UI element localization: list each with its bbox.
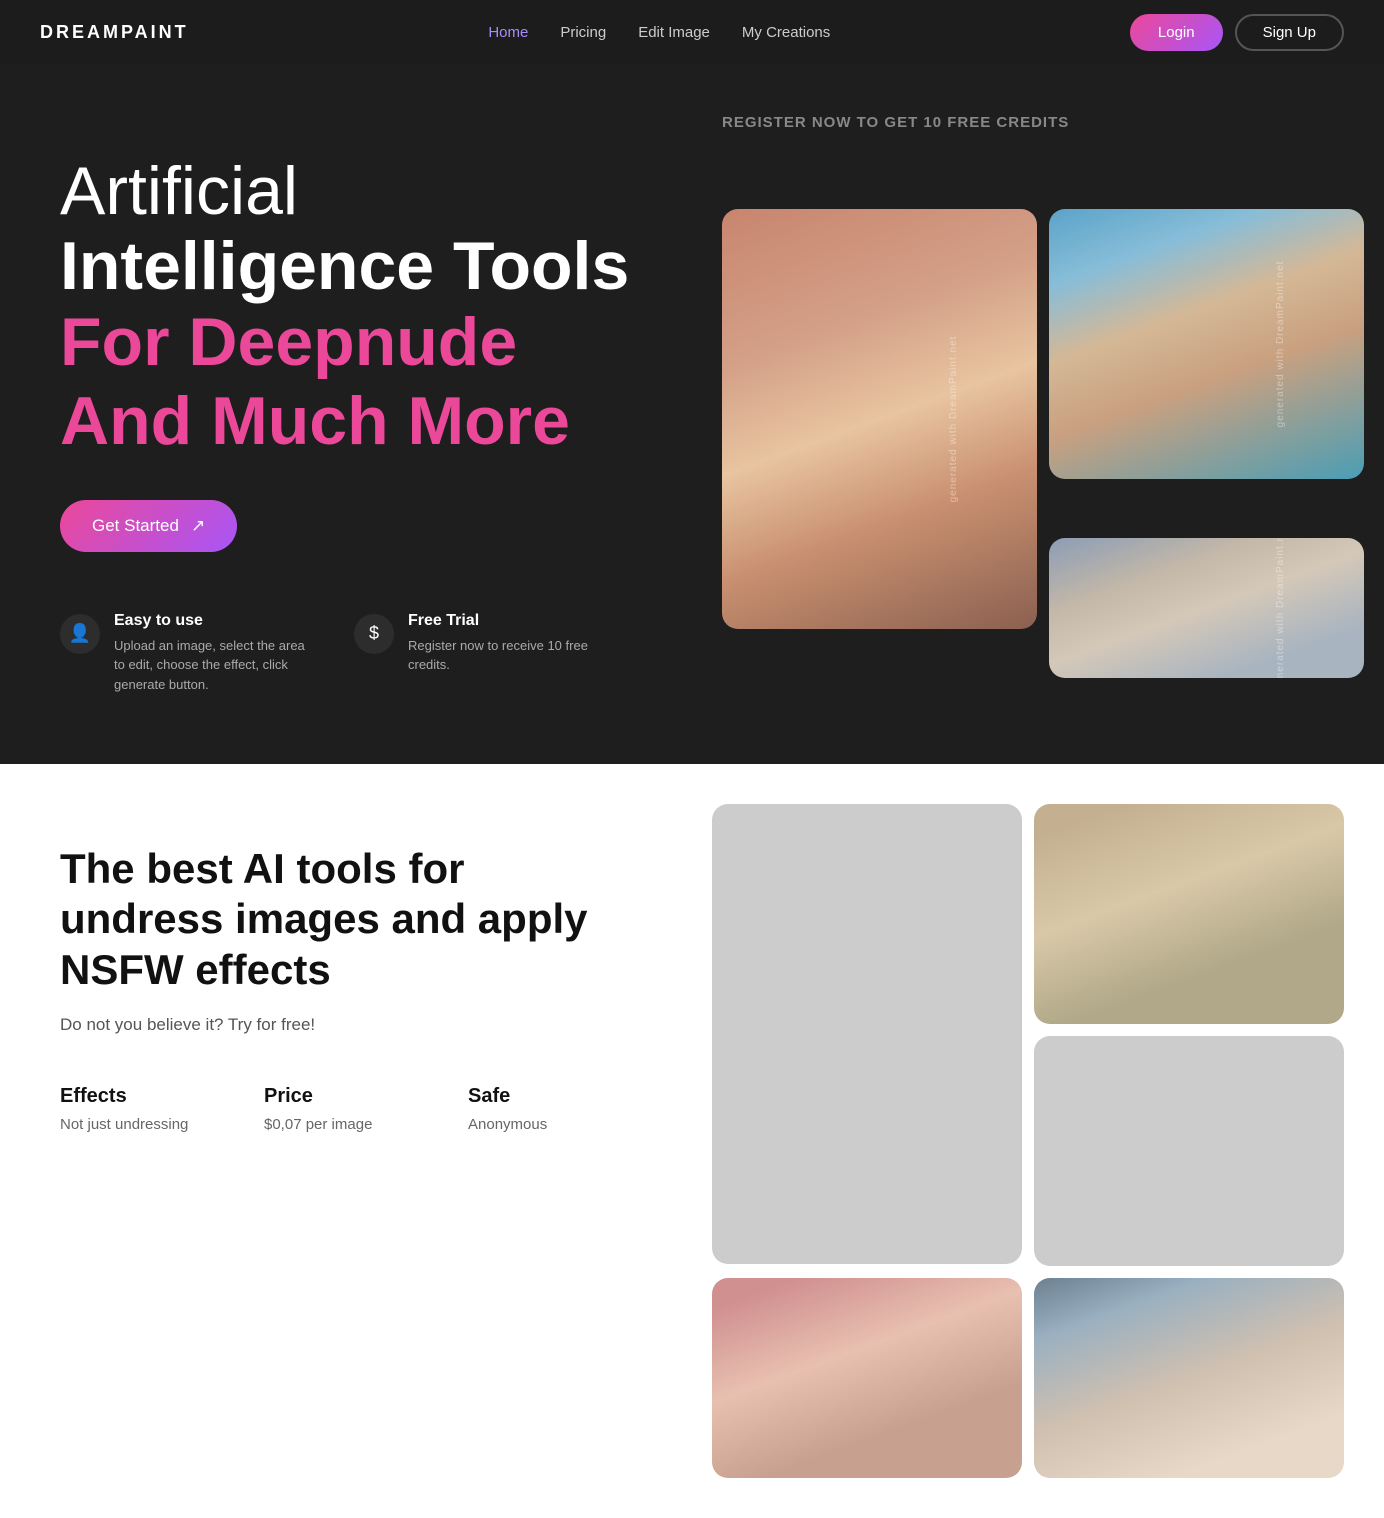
feature-trial-title: Free Trial [408, 612, 608, 630]
section2-image-girl-bow [712, 1278, 1344, 1478]
section2-title: The best AI tools for undress images and… [60, 844, 632, 995]
stat-safe: Safe Anonymous [468, 1085, 632, 1133]
login-button[interactable]: Login [1130, 14, 1223, 51]
feature-free-trial: $ Free Trial Register now to receive 10 … [354, 612, 608, 695]
hero-title-line2: Intelligence Tools [60, 229, 632, 304]
section2-right [692, 764, 1384, 1518]
stat-price: Price $0,07 per image [264, 1085, 428, 1133]
section2: The best AI tools for undress images and… [0, 764, 1384, 1518]
arrow-icon: ↗ [191, 516, 205, 536]
stat-effects: Effects Not just undressing [60, 1085, 224, 1133]
feature-easy-title: Easy to use [114, 612, 314, 630]
nav-link-my-creations[interactable]: My Creations [742, 24, 830, 41]
hero-right: REGISTER NOW TO GET 10 FREE CREDITS gene… [692, 64, 1384, 764]
hero-image-girl-right: generated with DreamPaint.net [1049, 538, 1364, 678]
nav-links: Home Pricing Edit Image My Creations [488, 24, 830, 41]
nav-link-pricing[interactable]: Pricing [560, 24, 606, 41]
section2-subtitle: Do not you believe it? Try for free! [60, 1015, 632, 1035]
section2-left: The best AI tools for undress images and… [0, 764, 692, 1518]
watermark-blue: generated with DreamPaint.net [1275, 261, 1286, 428]
feature-trial-desc: Register now to receive 10 free credits. [408, 636, 608, 675]
section2-image-girl-white [712, 804, 1022, 1264]
register-banner: REGISTER NOW TO GET 10 FREE CREDITS [722, 104, 1364, 151]
stat-price-value: $0,07 per image [264, 1116, 428, 1133]
stat-price-label: Price [264, 1085, 428, 1108]
hero-heading: Artificial Intelligence Tools For Deepnu… [60, 154, 632, 460]
hero-title-pink: For Deepnude And Much More [60, 303, 632, 459]
dollar-icon: $ [354, 614, 394, 654]
stat-effects-label: Effects [60, 1085, 224, 1108]
stat-safe-value: Anonymous [468, 1116, 632, 1133]
hero-image-redhead: generated with DreamPaint.net [722, 209, 1037, 629]
hero-section: Artificial Intelligence Tools For Deepnu… [0, 64, 1384, 764]
nav-buttons: Login Sign Up [1130, 14, 1344, 51]
get-started-button[interactable]: Get Started ↗ [60, 500, 237, 552]
nav-link-home[interactable]: Home [488, 24, 528, 41]
stats-grid: Effects Not just undressing Price $0,07 … [60, 1085, 632, 1133]
section2-image-girl-face [1034, 1036, 1344, 1266]
signup-button[interactable]: Sign Up [1235, 14, 1344, 51]
stat-safe-label: Safe [468, 1085, 632, 1108]
watermark-redhead: generated with DreamPaint.net [948, 336, 959, 503]
stat-effects-value: Not just undressing [60, 1116, 224, 1133]
nav-link-edit-image[interactable]: Edit Image [638, 24, 710, 41]
hero-features: 👤 Easy to use Upload an image, select th… [60, 612, 632, 695]
hero-left: Artificial Intelligence Tools For Deepnu… [0, 64, 692, 764]
logo: DREAMPAINT [40, 22, 189, 43]
section2-image-girl-living [1034, 804, 1344, 1024]
hero-image-girl-blue: generated with DreamPaint.net [1049, 209, 1364, 479]
hero-title-line1: Artificial [60, 154, 632, 229]
feature-easy-desc: Upload an image, select the area to edit… [114, 636, 314, 695]
ghost-icon: 👤 [60, 614, 100, 654]
watermark-right: generated with DreamPaint.net [1275, 538, 1286, 678]
feature-easy-to-use: 👤 Easy to use Upload an image, select th… [60, 612, 314, 695]
navbar: DREAMPAINT Home Pricing Edit Image My Cr… [0, 0, 1384, 64]
